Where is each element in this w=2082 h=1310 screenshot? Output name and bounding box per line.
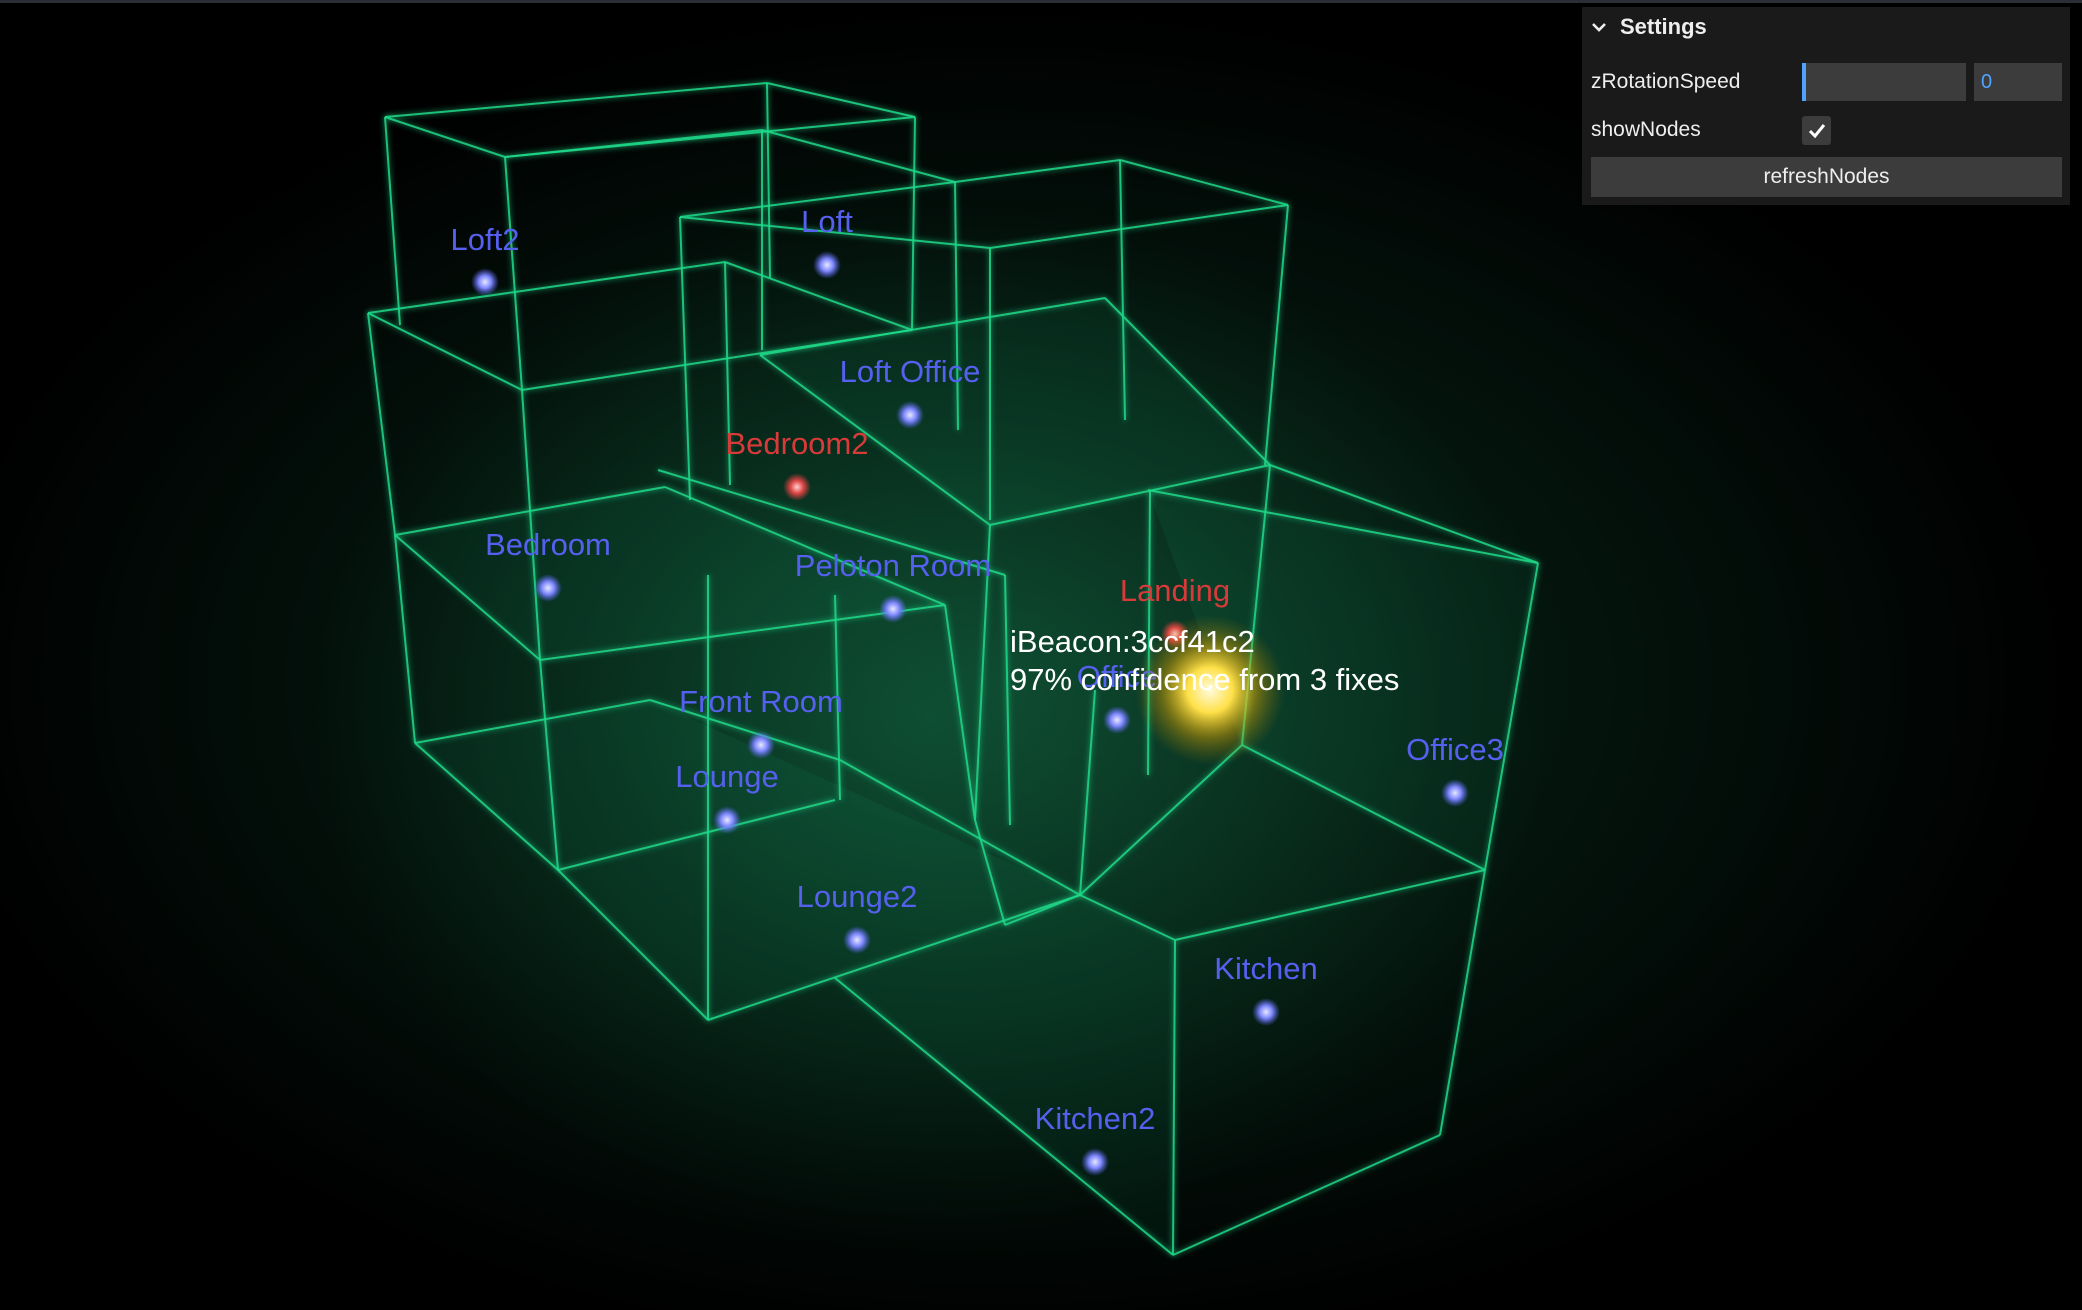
node-marker (1252, 998, 1280, 1026)
shownodes-label: showNodes (1591, 118, 1701, 141)
device-confidence-label: 97% confidence from 3 fixes (1010, 662, 1399, 697)
node-marker (713, 806, 741, 834)
node-label: Kitchen2 (1035, 1101, 1156, 1136)
shownodes-checkbox[interactable] (1802, 116, 1831, 145)
node-label: Lounge (675, 759, 778, 794)
settings-title: Settings (1620, 14, 1707, 39)
node-marker (879, 595, 907, 623)
wireframe-edge (384, 116, 506, 158)
wireframe-edge (384, 82, 768, 118)
node-marker (534, 574, 562, 602)
wireframe-edge (761, 129, 956, 183)
zrotationspeed-input[interactable] (1974, 63, 2062, 101)
node-label: Loft2 (451, 222, 520, 257)
settings-panel: Settings zRotationSpeed showNodes refres… (1582, 7, 2070, 205)
node-marker (1081, 1148, 1109, 1176)
zrotationspeed-slider[interactable] (1802, 63, 1966, 101)
node-label: Peloton Room (795, 548, 991, 583)
node-marker (1441, 779, 1469, 807)
shownodes-row: showNodes (1582, 109, 2070, 151)
node-marker (1103, 706, 1131, 734)
node-label: Bedroom2 (725, 426, 868, 461)
node-marker (747, 731, 775, 759)
node-marker (783, 473, 811, 501)
node-label: Front Room (679, 684, 843, 719)
node-marker (471, 268, 499, 296)
node-label: Loft Office (840, 354, 981, 389)
node-label: Lounge2 (797, 879, 918, 914)
node-label: Loft (801, 204, 853, 239)
wireframe-edge (1119, 159, 1289, 206)
wireframe-edge (384, 116, 401, 326)
wireframe-edge (766, 82, 916, 118)
refresh-nodes-button[interactable]: refreshNodes (1591, 157, 2062, 197)
node-label: Bedroom (485, 527, 611, 562)
node-marker (813, 251, 841, 279)
scene-viewport[interactable]: Loft2 Loft Loft Office Bedroom2 Bedroom Pelot… (0, 0, 2082, 1310)
node-label: Landing (1120, 573, 1230, 608)
node-label: Office3 (1406, 732, 1504, 767)
node-loft2[interactable]: Loft2 (451, 222, 520, 296)
wireframe-edge (504, 129, 763, 158)
settings-header[interactable]: Settings (1582, 7, 2070, 47)
checkmark-icon (1808, 123, 1825, 138)
node-marker (896, 401, 924, 429)
wireframe-edge (954, 159, 1121, 183)
device-id-label: iBeacon:3ccf41c2 (1010, 624, 1255, 659)
node-label: Kitchen (1214, 951, 1317, 986)
chevron-down-icon (1592, 23, 1606, 32)
node-marker (843, 926, 871, 954)
zrotationspeed-label: zRotationSpeed (1591, 70, 1741, 93)
zrotationspeed-row: zRotationSpeed (1582, 61, 2070, 103)
